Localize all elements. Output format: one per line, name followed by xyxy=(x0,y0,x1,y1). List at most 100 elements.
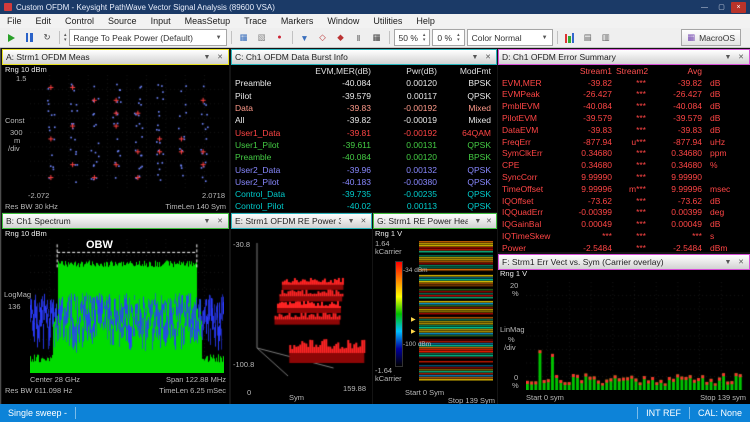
marker-bars-button[interactable]: ‖ xyxy=(351,30,367,45)
heatmap-marker-icon[interactable]: ▶ xyxy=(411,317,416,323)
x-start-label: Start 0 sym xyxy=(526,393,564,402)
panel-titlebar[interactable]: E: Strm1 OFDM RE Power 3D ▼ ✕ xyxy=(231,213,372,229)
overlap-percent-spinner[interactable]: ▴ ▾ xyxy=(457,33,460,42)
range-selector-dropdown[interactable]: Range To Peak Power (Default) ▼ xyxy=(68,29,227,46)
panel-titlebar[interactable]: F: Strm1 Err Vect vs. Sym (Carrier overl… xyxy=(498,254,750,270)
y-axis-unit-label: kCarrier xyxy=(375,247,402,256)
restart-button[interactable]: ↻ xyxy=(39,30,55,45)
average-percent-value: 50 % xyxy=(398,32,418,43)
menu-item[interactable]: MeasSetup xyxy=(178,14,238,28)
panel-title: B: Ch1 Spectrum xyxy=(6,216,71,226)
menu-item[interactable]: Control xyxy=(58,14,101,28)
record-button[interactable]: ● xyxy=(272,30,288,45)
table-row: User1_Pilot -39.611 0.00131 QPSK xyxy=(235,139,491,150)
layout-grid-button[interactable]: ▤ xyxy=(580,30,596,45)
marker-table-button[interactable]: ▦ xyxy=(369,30,385,45)
pause-button[interactable] xyxy=(21,30,37,45)
panel-title: G: Strm1 RE Power Heatmap xyxy=(377,216,468,226)
average-percent-input[interactable]: 50 % ▴ ▾ xyxy=(393,29,431,46)
restart-icon: ↻ xyxy=(43,32,51,42)
y-axis-top-label: 1.5 xyxy=(16,74,27,83)
panel-close-icon[interactable]: ✕ xyxy=(736,53,746,61)
panel-menu-icon[interactable]: ▼ xyxy=(723,54,733,61)
int-ref-indicator: INT REF xyxy=(646,408,681,418)
marker-next-button[interactable]: ▼ xyxy=(297,30,313,45)
maximize-icon[interactable]: ▢ xyxy=(714,2,729,13)
app-icon xyxy=(4,3,12,11)
spectrum-canvas[interactable] xyxy=(30,239,224,373)
panel-menu-icon[interactable]: ▼ xyxy=(474,218,482,225)
constellation-canvas[interactable] xyxy=(30,75,224,190)
trace-data-button[interactable]: ▥ xyxy=(598,30,614,45)
menu-item[interactable]: Edit xyxy=(29,14,59,28)
panel-close-icon[interactable]: ✕ xyxy=(483,53,493,61)
menu-item[interactable]: Window xyxy=(320,14,366,28)
range-label: Rng 10 dBm xyxy=(5,229,47,238)
table-row: IQGainBal 0.00049 *** 0.00049 dB xyxy=(502,219,721,230)
y-axis-top-unit-label: % xyxy=(512,289,519,298)
overlap-percent-input[interactable]: 0 % ▴ ▾ xyxy=(432,29,465,46)
panel-re-power-3d: E: Strm1 OFDM RE Power 3D ▼ ✕ -30.8 -100… xyxy=(230,212,373,405)
chevron-down-icon: ▼ xyxy=(541,34,548,41)
panel-menu-icon[interactable]: ▼ xyxy=(347,218,356,225)
toolbar-separator xyxy=(59,31,60,44)
minimize-icon[interactable]: — xyxy=(697,2,712,13)
panel-titlebar[interactable]: C: Ch1 OFDM Data Burst Info ▼ ✕ xyxy=(231,49,497,65)
panel-menu-icon[interactable]: ▼ xyxy=(202,218,212,225)
table-row: IQOffset -73.62 *** -73.62 dB xyxy=(502,195,721,206)
x-axis-min-label: 0 xyxy=(247,388,252,397)
toolbar-separator xyxy=(388,31,390,44)
menu-item[interactable]: Help xyxy=(409,14,442,28)
scale-div-label: /div xyxy=(8,144,20,153)
close-icon[interactable]: × xyxy=(731,1,746,13)
err-vect-canvas[interactable] xyxy=(526,282,743,390)
menu-item[interactable]: File xyxy=(0,14,29,28)
panel-close-icon[interactable]: ✕ xyxy=(359,217,368,225)
trace-type-label: LogMag xyxy=(4,290,32,299)
x-stop-label: Stop 139 Sym xyxy=(447,396,495,405)
rgb-bars-icon xyxy=(564,32,575,43)
play-button[interactable] xyxy=(3,30,19,45)
measurement-setup-button[interactable]: ▧ xyxy=(254,30,270,45)
color-mode-dropdown[interactable]: Color Normal ▼ xyxy=(466,29,553,46)
autoscale-button[interactable]: ▦ xyxy=(236,30,252,45)
trace-colors-button[interactable] xyxy=(562,30,578,45)
heatmap-canvas[interactable] xyxy=(419,241,493,381)
heatmap-marker-icon[interactable]: ▶ xyxy=(411,329,416,335)
panel-titlebar[interactable]: D: Ch1 OFDM Error Summary ▼ ✕ xyxy=(498,49,750,65)
menu-item[interactable]: Utilities xyxy=(366,14,409,28)
panel-menu-icon[interactable]: ▼ xyxy=(470,54,480,61)
panel-close-icon[interactable]: ✕ xyxy=(485,217,493,225)
overlap-percent-value: 0 % xyxy=(437,32,453,43)
table-row: PilotEVM -39.579 *** -39.579 dB xyxy=(502,113,721,124)
col-avg-header: Avg xyxy=(687,65,703,76)
sweep-status[interactable]: Single sweep - xyxy=(0,408,75,418)
marker-solid-button[interactable]: ◆ xyxy=(333,30,349,45)
trace-type-label: LinMag xyxy=(500,325,525,334)
macro-icon: ▦ xyxy=(687,32,696,42)
statusbar-separator xyxy=(75,407,77,419)
window-titlebar[interactable]: Custom OFDM - Keysight PathWave Vector S… xyxy=(0,0,750,14)
panel-titlebar[interactable]: G: Strm1 RE Power Heatmap ▼ ✕ xyxy=(373,213,497,229)
menu-item[interactable]: Input xyxy=(144,14,178,28)
table-row: SyncCorr 9.99990 *** 9.99990 xyxy=(502,172,702,183)
time-len-label: TimeLen 6.25 mSec xyxy=(159,386,226,395)
table-body: EVM,MER -39.82 *** -39.82 dB EVMPeak -26.427 **… xyxy=(498,77,750,252)
panel-close-icon[interactable]: ✕ xyxy=(215,53,225,61)
panel-titlebar[interactable]: B: Ch1 Spectrum ▼ ✕ xyxy=(2,213,229,229)
panel-menu-icon[interactable]: ▼ xyxy=(723,259,733,266)
menu-item[interactable]: Source xyxy=(101,14,144,28)
panel-menu-icon[interactable]: ▼ xyxy=(202,54,212,61)
range-spinner[interactable]: ▴ ▾ xyxy=(64,33,67,42)
panel-close-icon[interactable]: ✕ xyxy=(736,258,746,266)
span-label: Span 122.88 MHz xyxy=(165,375,226,384)
menu-item[interactable]: Markers xyxy=(274,14,321,28)
panel-titlebar[interactable]: A: Strm1 OFDM Meas ▼ ✕ xyxy=(2,49,229,65)
menu-item[interactable]: Trace xyxy=(237,14,274,28)
marker-diamond-button[interactable]: ◇ xyxy=(315,30,331,45)
average-percent-spinner[interactable]: ▴ ▾ xyxy=(423,33,426,42)
macro-button[interactable]: ▦ MacroOS xyxy=(681,29,741,46)
color-mode-label: Color Normal xyxy=(471,32,522,43)
panel-close-icon[interactable]: ✕ xyxy=(215,217,225,225)
re-power-3d-canvas[interactable] xyxy=(245,237,368,382)
